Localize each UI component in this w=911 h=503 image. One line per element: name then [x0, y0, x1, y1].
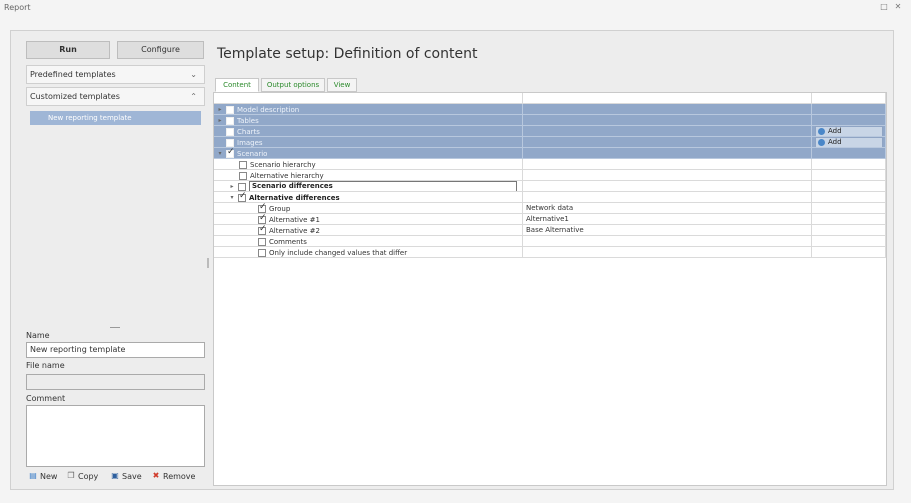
checkbox[interactable] — [258, 237, 266, 246]
run-button[interactable]: Run — [26, 41, 110, 59]
checkbox-checked[interactable] — [258, 225, 267, 235]
checkbox-checked[interactable] — [258, 203, 267, 213]
row-label: Group — [269, 204, 291, 213]
expand-icon[interactable]: ▸ — [217, 105, 223, 115]
window-titlebar: Report □ ✕ — [0, 0, 911, 16]
remove-button-label: Remove — [163, 471, 196, 481]
add-chart-button[interactable]: Add — [815, 126, 883, 136]
resize-grip[interactable] — [110, 327, 120, 328]
row-charts[interactable]: Charts Add — [214, 126, 886, 137]
row-label: Alternative #2 — [269, 226, 320, 235]
copy-icon: ❐ — [67, 471, 75, 480]
row-label: Model description — [237, 105, 300, 114]
template-item-new-reporting[interactable]: New reporting template — [30, 111, 201, 125]
panel-splitter[interactable] — [207, 258, 209, 268]
save-icon: ▣ — [111, 471, 119, 480]
checkbox-checked[interactable] — [258, 214, 267, 224]
row-group[interactable]: Group Network data — [214, 203, 886, 214]
row-alternative-2[interactable]: Alternative #2 Base Alternative — [214, 225, 886, 236]
tab-output-options[interactable]: Output options — [261, 78, 325, 92]
save-button[interactable]: ▣ Save — [110, 471, 142, 481]
row-model-description[interactable]: ▸ Model description — [214, 104, 886, 115]
expand-icon[interactable]: ▸ — [217, 116, 223, 126]
row-only-changed-values[interactable]: Only include changed values that differ — [214, 247, 886, 258]
tab-view[interactable]: View — [327, 78, 357, 92]
row-images[interactable]: Images Add — [214, 137, 886, 148]
row-label: Comments — [269, 237, 307, 246]
remove-icon: ✖ — [152, 471, 160, 480]
save-button-label: Save — [122, 471, 142, 481]
checkbox[interactable] — [239, 171, 247, 180]
customized-templates-header[interactable]: Customized templates ⌃ — [26, 87, 205, 106]
checkbox-checked[interactable] — [226, 148, 235, 158]
template-toolbar: ▤ New ❐ Copy ▣ Save ✖ Remove — [26, 470, 205, 486]
checkbox[interactable] — [239, 160, 247, 169]
checkbox[interactable] — [226, 127, 234, 136]
row-alternative-hierarchy[interactable]: Alternative hierarchy — [214, 170, 886, 181]
row-label: Scenario differences — [249, 181, 517, 191]
add-image-button[interactable]: Add — [815, 137, 883, 147]
row-label: Alternative #1 — [269, 215, 320, 224]
checkbox[interactable] — [258, 248, 266, 257]
new-file-icon: ▤ — [29, 471, 37, 480]
right-panel: Template setup: Definition of content Co… — [212, 41, 890, 489]
chevron-down-icon: ⌄ — [190, 70, 197, 79]
row-label: Tables — [237, 116, 259, 125]
expand-icon[interactable]: ▸ — [229, 182, 235, 192]
row-label: Alternative hierarchy — [250, 171, 324, 180]
row-value[interactable]: Alternative1 — [523, 214, 812, 225]
comment-textarea[interactable] — [26, 405, 205, 467]
add-icon — [818, 128, 825, 135]
new-button-label: New — [40, 471, 58, 481]
row-scenario[interactable]: ▾ Scenario — [214, 148, 886, 159]
row-alternative-differences[interactable]: ▾ Alternative differences — [214, 192, 886, 203]
row-tables[interactable]: ▸ Tables — [214, 115, 886, 126]
row-alternative-1[interactable]: Alternative #1 Alternative1 — [214, 214, 886, 225]
tab-content[interactable]: Content — [215, 78, 259, 92]
copy-button-label: Copy — [78, 471, 99, 481]
action-buttons: Run Configure — [26, 41, 205, 61]
checkbox[interactable] — [238, 182, 246, 191]
add-icon — [818, 139, 825, 146]
collapse-icon[interactable]: ▾ — [229, 193, 235, 203]
row-label: Only include changed values that differ — [269, 248, 408, 257]
row-value[interactable]: Network data — [523, 203, 812, 214]
row-label: Images — [237, 138, 263, 147]
window-title: Report — [4, 3, 31, 12]
checkbox-checked[interactable] — [238, 192, 247, 202]
configure-button[interactable]: Configure — [117, 41, 204, 59]
row-label: Alternative differences — [249, 193, 340, 202]
collapse-icon[interactable]: ▾ — [217, 149, 223, 159]
close-icon[interactable]: ✕ — [893, 2, 903, 11]
row-scenario-hierarchy[interactable]: Scenario hierarchy — [214, 159, 886, 170]
copy-button[interactable]: ❐ Copy — [66, 471, 98, 481]
left-panel: Run Configure Predefined templates ⌄ Cus… — [26, 41, 205, 489]
predefined-templates-header[interactable]: Predefined templates ⌄ — [26, 65, 205, 84]
row-scenario-differences[interactable]: ▸ Scenario differences — [214, 181, 886, 192]
predefined-templates-label: Predefined templates — [30, 70, 116, 79]
file-name-label: File name — [26, 361, 65, 370]
checkbox[interactable] — [226, 116, 234, 125]
grid-header-row — [214, 93, 886, 104]
checkbox[interactable] — [226, 105, 234, 114]
row-label: Scenario hierarchy — [250, 160, 316, 169]
row-value[interactable]: Base Alternative — [523, 225, 812, 236]
chevron-up-icon: ⌃ — [190, 92, 197, 101]
row-label: Scenario — [237, 149, 268, 158]
page-title: Template setup: Definition of content — [217, 46, 478, 62]
name-label: Name — [26, 331, 50, 340]
checkbox[interactable] — [226, 138, 234, 147]
file-name-input[interactable] — [26, 374, 205, 390]
content-grid: ▸ Model description ▸ Tables Charts Add — [213, 92, 887, 486]
comment-label: Comment — [26, 394, 66, 403]
new-button[interactable]: ▤ New — [28, 471, 57, 481]
name-input[interactable]: New reporting template — [26, 342, 205, 358]
row-comments[interactable]: Comments — [214, 236, 886, 247]
customized-templates-label: Customized templates — [30, 92, 120, 101]
template-list: New reporting template — [26, 107, 205, 307]
restore-icon[interactable]: □ — [879, 2, 889, 11]
row-label: Charts — [237, 127, 260, 136]
remove-button[interactable]: ✖ Remove — [151, 471, 196, 481]
